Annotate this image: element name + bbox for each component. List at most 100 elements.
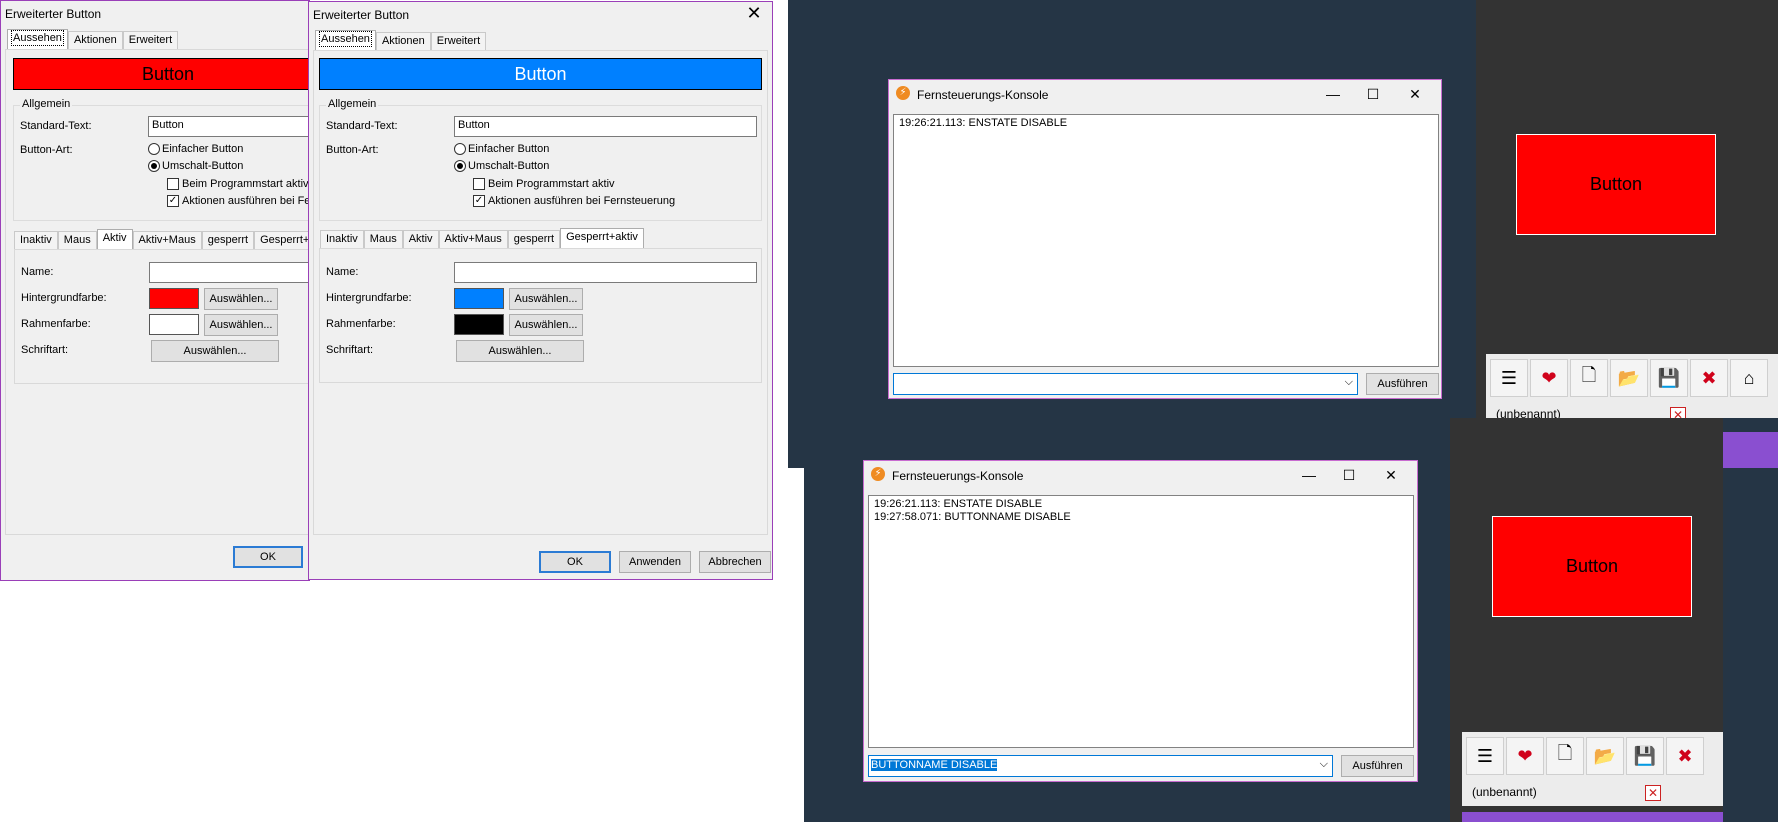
close-icon[interactable]: ✕ [744,4,764,24]
checkbox-remote-actions[interactable]: ✓Aktionen ausführen bei Fernsteuerung [167,195,309,207]
bg-color-swatch[interactable] [149,288,199,309]
name-input[interactable] [149,262,309,283]
apply-button[interactable]: Anwenden [619,551,691,573]
standard-text-input[interactable]: Button [148,116,309,137]
name-input[interactable] [454,262,757,283]
tab-gesperrt-aktiv[interactable]: Gesperrt+aktiv [560,228,644,248]
tab-maus[interactable]: Maus [57,231,97,249]
checkbox-remote-actions[interactable]: ✓Aktionen ausführen bei Fernsteuerung [473,195,675,207]
tab-inaktiv[interactable]: Inaktiv [14,231,58,249]
console-log: 19:26:21.113: ENSTATE DISABLE [893,114,1439,367]
main-tabs: Aussehen Aktionen Erweitert [7,29,179,49]
tab-panel: Button Allgemein Standard-Text: Button B… [313,50,768,535]
menu-icon[interactable]: ☰ [1466,737,1504,775]
desktop-gap [788,468,804,822]
chevron-down-icon[interactable]: ⌵ [1345,376,1353,389]
checkbox-start-active[interactable]: Beim Programmstart aktiv [473,178,615,190]
log-line: 19:26:21.113: ENSTATE DISABLE [899,117,1068,129]
choose-bg-color-button[interactable]: Auswählen... [204,288,278,310]
tab-gesperrt[interactable]: gesperrt [201,231,255,249]
tab-aussehen[interactable]: Aussehen [7,29,68,49]
radio-toggle-button[interactable]: Umschalt-Button [454,160,549,172]
bg-color-swatch[interactable] [454,288,504,309]
tab-panel: Button Allgemein Standard-Text: Button B… [5,49,309,535]
choose-border-color-button[interactable]: Auswählen... [204,314,278,336]
close-document-icon[interactable]: ✕ [1645,785,1661,801]
border-color-swatch[interactable] [454,314,504,335]
bg-color-label: Hintergrundfarbe: [326,292,412,304]
home-icon[interactable]: ⌂ [1730,359,1768,397]
state-tabs: Inaktiv Maus Aktiv Aktiv+Maus gesperrt G… [14,229,309,249]
radio-toggle-button[interactable]: Umschalt-Button [148,160,243,172]
save-icon[interactable]: 💾 [1650,359,1688,397]
choose-font-button[interactable]: Auswählen... [456,340,584,362]
minimize-icon[interactable]: — [1289,463,1329,487]
console-log: 19:26:21.113: ENSTATE DISABLE 19:27:58.0… [868,495,1414,748]
log-line: 19:27:58.071: BUTTONNAME DISABLE [874,511,1071,523]
extended-button-dialog: Erweiterter Button ✕ Aussehen Aktionen E… [308,1,773,580]
tab-gesperrt-aktiv[interactable]: Gesperrt+aktiv [254,231,309,249]
font-label: Schriftart: [21,344,69,356]
extended-button-dialog-back: Erweiterter Button Aussehen Aktionen Erw… [0,0,310,581]
name-label: Name: [326,266,359,278]
tab-gesperrt[interactable]: gesperrt [507,230,561,248]
menu-icon[interactable]: ☰ [1490,359,1528,397]
heart-icon[interactable]: ❤ [1530,359,1568,397]
tab-inaktiv[interactable]: Inaktiv [320,230,364,248]
ok-button[interactable]: OK [233,546,303,568]
cancel-button[interactable]: Abbrechen [699,551,771,573]
command-input[interactable]: ⌵ [893,373,1358,395]
tab-aussehen[interactable]: Aussehen [315,30,376,50]
run-button[interactable]: Ausführen [1366,373,1439,395]
state-tabs: Inaktiv Maus Aktiv Aktiv+Maus gesperrt G… [320,228,644,248]
close-document-icon[interactable]: ✕ [1670,407,1686,418]
tab-erweitert[interactable]: Erweitert [122,31,179,49]
log-line: 19:26:21.113: ENSTATE DISABLE [874,498,1043,510]
purple-strip [1462,812,1723,822]
choose-bg-color-button[interactable]: Auswählen... [509,288,583,310]
general-group: Allgemein Standard-Text: Button Button-A… [13,98,309,221]
tab-aktiv-maus[interactable]: Aktiv+Maus [132,231,202,249]
standard-text-label: Standard-Text: [326,120,398,132]
standard-text-input[interactable]: Button [454,116,757,137]
remote-console-window-bottom: ⚡ Fernsteuerungs-Konsole — ☐ ✕ 19:26:21.… [863,460,1418,782]
preview-button[interactable]: Button [1516,134,1716,235]
choose-font-button[interactable]: Auswählen... [151,340,279,362]
tab-erweitert[interactable]: Erweitert [430,32,487,50]
group-title: Allgemein [20,98,73,110]
run-button[interactable]: Ausführen [1341,755,1414,777]
border-color-swatch[interactable] [149,314,199,335]
tab-aktionen[interactable]: Aktionen [375,32,431,50]
new-file-icon[interactable]: 🗋 [1546,737,1584,775]
purple-strip [1722,432,1778,468]
document-name: (unbenannt) [1496,407,1561,418]
tab-aktiv[interactable]: Aktiv [402,230,439,248]
new-file-icon[interactable]: 🗋 [1570,359,1608,397]
open-folder-icon[interactable]: 📂 [1610,359,1648,397]
radio-simple-button[interactable]: Einfacher Button [454,143,549,155]
delete-icon[interactable]: ✖ [1690,359,1728,397]
checkbox-start-active[interactable]: Beim Programmstart aktiv [167,178,309,190]
button-preview-pane-top: Button ☰ ❤ 🗋 📂 💾 ✖ ⌂ (unbenannt) ✕ [1476,0,1778,418]
save-icon[interactable]: 💾 [1626,737,1664,775]
preview-button[interactable]: Button [1492,516,1692,617]
tab-aktiv[interactable]: Aktiv [96,229,133,249]
tab-aktionen[interactable]: Aktionen [67,31,123,49]
state-panel: Name: Hintergrundfarbe: Auswählen... Rah… [319,248,762,383]
chevron-down-icon[interactable]: ⌵ [1320,758,1328,771]
tab-aktiv-maus[interactable]: Aktiv+Maus [438,230,508,248]
delete-icon[interactable]: ✖ [1666,737,1704,775]
heart-icon[interactable]: ❤ [1506,737,1544,775]
minimize-icon[interactable]: — [1313,82,1353,106]
choose-border-color-button[interactable]: Auswählen... [509,314,583,336]
tab-maus[interactable]: Maus [363,230,403,248]
radio-simple-button[interactable]: Einfacher Button [148,143,243,155]
command-input[interactable]: BUTTONNAME DISABLE ⌵ [868,755,1333,777]
maximize-icon[interactable]: ☐ [1329,463,1369,487]
maximize-icon[interactable]: ☐ [1353,82,1393,106]
close-icon[interactable]: ✕ [1395,82,1435,106]
open-folder-icon[interactable]: 📂 [1586,737,1624,775]
close-icon[interactable]: ✕ [1371,463,1411,487]
ok-button[interactable]: OK [539,551,611,573]
status-bar: (unbenannt) [1462,780,1723,806]
